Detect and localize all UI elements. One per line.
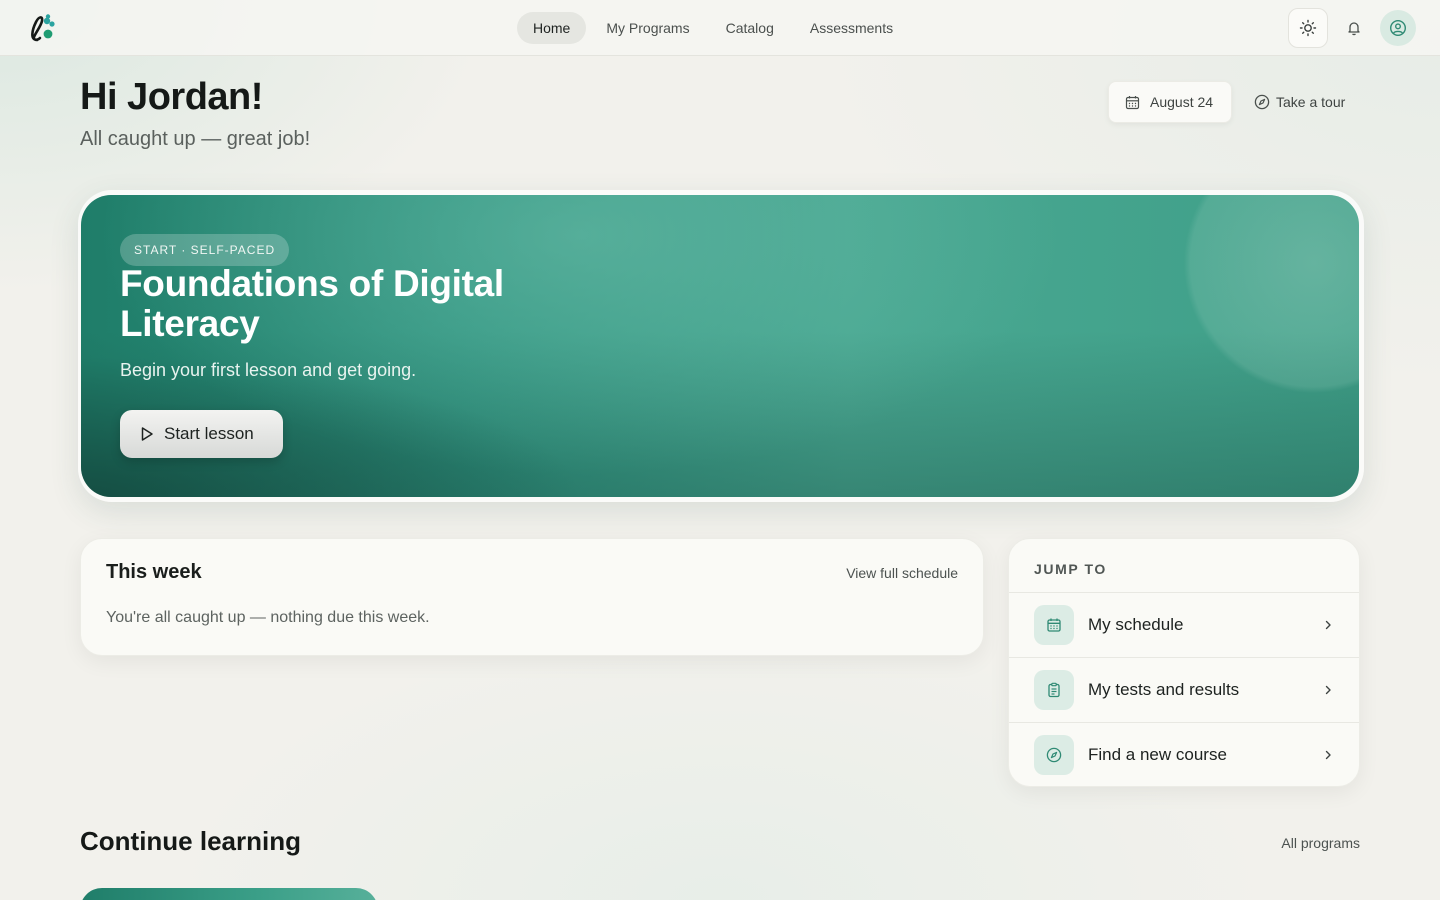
- continue-learning-title: Continue learning: [80, 826, 301, 856]
- compass-icon: [1046, 747, 1062, 763]
- jump-to-card: JUMP TO My schedule My tests and results…: [1008, 538, 1360, 787]
- jump-item-tests-results[interactable]: My tests and results: [1009, 657, 1359, 722]
- nav-home[interactable]: Home: [517, 12, 587, 44]
- calendar-icon: [1125, 95, 1140, 109]
- app-logo[interactable]: [24, 10, 60, 46]
- nav-catalog[interactable]: Catalog: [710, 12, 790, 44]
- page-subtitle: All caught up — great job!: [80, 128, 311, 150]
- jump-item-label: My tests and results: [1088, 680, 1240, 699]
- continue-course-card[interactable]: [80, 888, 378, 900]
- this-week-empty-message: You're all caught up — nothing due this …: [106, 609, 430, 626]
- all-programs-link[interactable]: All programs: [1281, 835, 1360, 851]
- jump-item-my-schedule[interactable]: My schedule: [1009, 592, 1359, 657]
- clipboard-icon: [1048, 682, 1060, 698]
- date-label: August 24: [1150, 94, 1214, 110]
- theme-toggle-button[interactable]: [1288, 8, 1328, 48]
- jump-to-heading: JUMP TO: [1034, 561, 1107, 577]
- jump-icon-box: [1034, 605, 1074, 645]
- jump-item-find-course[interactable]: Find a new course: [1009, 722, 1359, 786]
- start-lesson-label: Start lesson: [164, 424, 254, 443]
- date-button[interactable]: August 24: [1108, 81, 1232, 123]
- play-icon: [141, 427, 153, 441]
- this-week-card: This week View full schedule You're all …: [80, 538, 984, 656]
- user-circle-icon: [1389, 19, 1407, 37]
- top-bar: Home My Programs Catalog Assessments: [0, 0, 1440, 56]
- hero-course-title: Foundations of Digital Literacy: [120, 263, 504, 344]
- page-title: Hi Jordan!: [80, 76, 263, 118]
- main-nav: Home My Programs Catalog Assessments: [517, 12, 909, 44]
- chevron-right-icon: [1325, 750, 1331, 760]
- take-tour-link[interactable]: Take a tour: [1254, 81, 1345, 123]
- calendar-icon: [1047, 618, 1061, 632]
- hero-tag: START · SELF-PACED: [120, 234, 290, 266]
- take-tour-label: Take a tour: [1276, 94, 1346, 110]
- nav-my-programs[interactable]: My Programs: [590, 12, 705, 44]
- this-week-title: This week: [106, 561, 202, 583]
- account-avatar-button[interactable]: [1380, 10, 1416, 46]
- jump-icon-box: [1034, 670, 1074, 710]
- compass-icon: [1254, 94, 1270, 110]
- jump-item-label: Find a new course: [1088, 745, 1227, 764]
- chevron-right-icon: [1325, 685, 1331, 695]
- start-lesson-button[interactable]: Start lesson: [120, 410, 283, 458]
- view-full-schedule-link[interactable]: View full schedule: [846, 565, 958, 581]
- notifications-button[interactable]: [1334, 8, 1374, 48]
- hero-banner: START · SELF-PACED Foundations of Digita…: [81, 195, 1359, 497]
- hero-subtitle: Begin your first lesson and get going.: [120, 360, 417, 380]
- jump-item-label: My schedule: [1088, 615, 1184, 634]
- sun-icon: [1299, 19, 1317, 37]
- chevron-right-icon: [1325, 620, 1331, 630]
- jump-icon-box: [1034, 735, 1074, 775]
- nav-assessments[interactable]: Assessments: [794, 12, 909, 44]
- bell-icon: [1348, 22, 1360, 36]
